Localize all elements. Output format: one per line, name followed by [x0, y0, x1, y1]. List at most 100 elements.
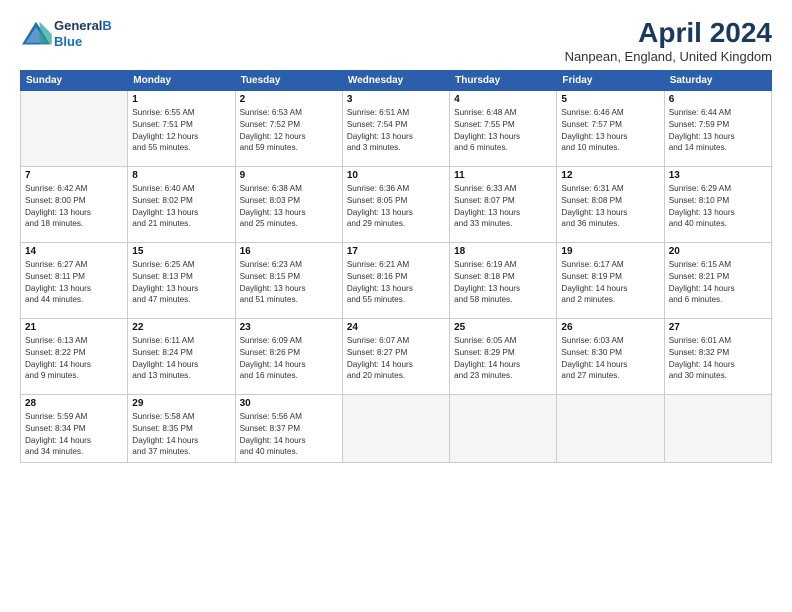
table-row: 4 Sunrise: 6:48 AMSunset: 7:55 PMDaylight…	[450, 90, 557, 166]
day-info: Sunrise: 6:11 AMSunset: 8:24 PMDaylight:…	[132, 335, 230, 383]
header-wednesday: Wednesday	[342, 70, 449, 90]
table-row: 22 Sunrise: 6:11 AMSunset: 8:24 PMDayligh…	[128, 318, 235, 394]
day-number: 12	[561, 170, 659, 181]
header-tuesday: Tuesday	[235, 70, 342, 90]
day-info: Sunrise: 6:15 AMSunset: 8:21 PMDaylight:…	[669, 259, 767, 307]
table-row: 7 Sunrise: 6:42 AMSunset: 8:00 PMDaylight…	[21, 166, 128, 242]
day-number: 23	[240, 322, 338, 333]
day-number: 1	[132, 94, 230, 105]
header: GeneralB Blue April 2024 Nanpean, Englan…	[20, 18, 772, 64]
day-number: 21	[25, 322, 123, 333]
day-info: Sunrise: 6:25 AMSunset: 8:13 PMDaylight:…	[132, 259, 230, 307]
day-info: Sunrise: 6:07 AMSunset: 8:27 PMDaylight:…	[347, 335, 445, 383]
table-row	[664, 394, 771, 462]
table-row: 24 Sunrise: 6:07 AMSunset: 8:27 PMDayligh…	[342, 318, 449, 394]
day-info: Sunrise: 6:55 AMSunset: 7:51 PMDaylight:…	[132, 107, 230, 155]
weekday-header-row: Sunday Monday Tuesday Wednesday Thursday…	[21, 70, 772, 90]
table-row: 8 Sunrise: 6:40 AMSunset: 8:02 PMDaylight…	[128, 166, 235, 242]
day-number: 13	[669, 170, 767, 181]
table-row: 18Sunrise: 6:19 AMSunset: 8:18 PMDayligh…	[450, 242, 557, 318]
day-info: Sunrise: 6:42 AMSunset: 8:00 PMDaylight:…	[25, 183, 123, 231]
table-row	[450, 394, 557, 462]
table-row: 12 Sunrise: 6:31 AMSunset: 8:08 PMDayligh…	[557, 166, 664, 242]
day-info: Sunrise: 6:05 AMSunset: 8:29 PMDaylight:…	[454, 335, 552, 383]
table-row: 14 Sunrise: 6:27 AMSunset: 8:11 PMDayligh…	[21, 242, 128, 318]
day-info: Sunrise: 6:40 AMSunset: 8:02 PMDaylight:…	[132, 183, 230, 231]
table-row: 19Sunrise: 6:17 AMSunset: 8:19 PMDayligh…	[557, 242, 664, 318]
day-info: Sunrise: 6:29 AMSunset: 8:10 PMDaylight:…	[669, 183, 767, 231]
day-info: Sunrise: 6:19 AMSunset: 8:18 PMDaylight:…	[454, 259, 552, 307]
logo: GeneralB Blue	[20, 18, 112, 49]
header-friday: Friday	[557, 70, 664, 90]
day-info: Sunrise: 6:53 AMSunset: 7:52 PMDaylight:…	[240, 107, 338, 155]
table-row: 21 Sunrise: 6:13 AMSunset: 8:22 PMDayligh…	[21, 318, 128, 394]
day-number: 24	[347, 322, 445, 333]
day-number: 29	[132, 398, 230, 409]
logo-icon	[20, 20, 52, 48]
logo-line1: GeneralB	[54, 18, 112, 34]
day-number: 6	[669, 94, 767, 105]
table-row	[557, 394, 664, 462]
day-number: 22	[132, 322, 230, 333]
day-info: Sunrise: 6:21 AMSunset: 8:16 PMDaylight:…	[347, 259, 445, 307]
table-row: 13 Sunrise: 6:29 AMSunset: 8:10 PMDayligh…	[664, 166, 771, 242]
table-row: 20 Sunrise: 6:15 AMSunset: 8:21 PMDayligh…	[664, 242, 771, 318]
day-number: 3	[347, 94, 445, 105]
table-row: 23 Sunrise: 6:09 AMSunset: 8:26 PMDayligh…	[235, 318, 342, 394]
day-number: 15	[132, 246, 230, 257]
day-info: Sunrise: 6:13 AMSunset: 8:22 PMDaylight:…	[25, 335, 123, 383]
day-info: Sunrise: 5:58 AMSunset: 8:35 PMDaylight:…	[132, 411, 230, 459]
day-number: 7	[25, 170, 123, 181]
day-info: Sunrise: 5:56 AMSunset: 8:37 PMDaylight:…	[240, 411, 338, 459]
day-number: 11	[454, 170, 552, 181]
table-row: 27Sunrise: 6:01 AMSunset: 8:32 PMDayligh…	[664, 318, 771, 394]
day-number: 26	[561, 322, 659, 333]
table-row: 1 Sunrise: 6:55 AMSunset: 7:51 PMDaylight…	[128, 90, 235, 166]
day-info: Sunrise: 6:31 AMSunset: 8:08 PMDaylight:…	[561, 183, 659, 231]
table-row: 2Sunrise: 6:53 AMSunset: 7:52 PMDaylight…	[235, 90, 342, 166]
day-info: Sunrise: 6:51 AMSunset: 7:54 PMDaylight:…	[347, 107, 445, 155]
table-row: 9 Sunrise: 6:38 AMSunset: 8:03 PMDaylight…	[235, 166, 342, 242]
day-info: Sunrise: 6:44 AMSunset: 7:59 PMDaylight:…	[669, 107, 767, 155]
day-info: Sunrise: 6:23 AMSunset: 8:15 PMDaylight:…	[240, 259, 338, 307]
day-number: 4	[454, 94, 552, 105]
table-row: 15 Sunrise: 6:25 AMSunset: 8:13 PMDayligh…	[128, 242, 235, 318]
location: Nanpean, England, United Kingdom	[565, 49, 772, 64]
table-row: 11 Sunrise: 6:33 AMSunset: 8:07 PMDayligh…	[450, 166, 557, 242]
header-saturday: Saturday	[664, 70, 771, 90]
day-number: 5	[561, 94, 659, 105]
header-monday: Monday	[128, 70, 235, 90]
day-info: Sunrise: 6:01 AMSunset: 8:32 PMDaylight:…	[669, 335, 767, 383]
table-row: 5Sunrise: 6:46 AMSunset: 7:57 PMDaylight…	[557, 90, 664, 166]
day-info: Sunrise: 6:38 AMSunset: 8:03 PMDaylight:…	[240, 183, 338, 231]
day-number: 16	[240, 246, 338, 257]
day-number: 28	[25, 398, 123, 409]
calendar: Sunday Monday Tuesday Wednesday Thursday…	[20, 70, 772, 463]
day-number: 25	[454, 322, 552, 333]
table-row: 25 Sunrise: 6:05 AMSunset: 8:29 PMDayligh…	[450, 318, 557, 394]
day-number: 10	[347, 170, 445, 181]
day-number: 9	[240, 170, 338, 181]
day-info: Sunrise: 6:48 AMSunset: 7:55 PMDaylight:…	[454, 107, 552, 155]
page: GeneralB Blue April 2024 Nanpean, Englan…	[0, 0, 792, 612]
month-title: April 2024	[565, 18, 772, 49]
day-info: Sunrise: 6:03 AMSunset: 8:30 PMDaylight:…	[561, 335, 659, 383]
day-info: Sunrise: 6:27 AMSunset: 8:11 PMDaylight:…	[25, 259, 123, 307]
day-info: Sunrise: 5:59 AMSunset: 8:34 PMDaylight:…	[25, 411, 123, 459]
table-row: 29 Sunrise: 5:58 AMSunset: 8:35 PMDayligh…	[128, 394, 235, 462]
table-row: 16 Sunrise: 6:23 AMSunset: 8:15 PMDayligh…	[235, 242, 342, 318]
logo-text: GeneralB Blue	[54, 18, 112, 49]
day-number: 8	[132, 170, 230, 181]
table-row	[21, 90, 128, 166]
table-row: 28 Sunrise: 5:59 AMSunset: 8:34 PMDayligh…	[21, 394, 128, 462]
day-info: Sunrise: 6:17 AMSunset: 8:19 PMDaylight:…	[561, 259, 659, 307]
day-number: 14	[25, 246, 123, 257]
table-row: 3 Sunrise: 6:51 AMSunset: 7:54 PMDaylight…	[342, 90, 449, 166]
day-number: 17	[347, 246, 445, 257]
day-info: Sunrise: 6:09 AMSunset: 8:26 PMDaylight:…	[240, 335, 338, 383]
day-info: Sunrise: 6:33 AMSunset: 8:07 PMDaylight:…	[454, 183, 552, 231]
header-thursday: Thursday	[450, 70, 557, 90]
day-number: 20	[669, 246, 767, 257]
day-info: Sunrise: 6:36 AMSunset: 8:05 PMDaylight:…	[347, 183, 445, 231]
table-row: 17 Sunrise: 6:21 AMSunset: 8:16 PMDayligh…	[342, 242, 449, 318]
